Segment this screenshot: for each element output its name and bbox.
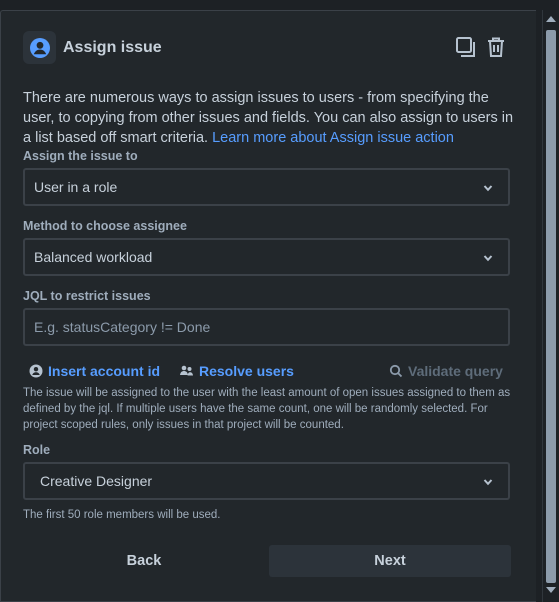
assign-issue-panel: Assign issue There are numerous ways to … <box>0 10 536 602</box>
chevron-down-icon <box>483 479 493 486</box>
jql-actions: Insert account id Resolve users Validate… <box>29 363 504 383</box>
insert-account-id-label: Insert account id <box>48 363 161 379</box>
scrollbar-thumb[interactable] <box>546 30 556 583</box>
validate-query-button[interactable]: Validate query <box>389 363 503 379</box>
validate-query-label: Validate query <box>408 363 503 379</box>
description: There are numerous ways to assign issues… <box>23 88 523 148</box>
method-select[interactable]: Balanced workload <box>23 238 510 276</box>
assign-to-label: Assign the issue to <box>23 149 138 163</box>
resolve-users-label: Resolve users <box>199 363 294 379</box>
resolve-users-button[interactable]: Resolve users <box>179 363 294 379</box>
learn-more-link[interactable]: Learn more about Assign issue action <box>212 130 454 146</box>
next-button[interactable]: Next <box>269 545 511 577</box>
jql-input[interactable]: E.g. statusCategory != Done <box>23 308 510 346</box>
duplicate-icon[interactable] <box>454 35 478 59</box>
assign-user-icon <box>23 31 56 64</box>
method-help-text: The issue will be assigned to the user w… <box>23 387 511 431</box>
panel-title: Assign issue <box>63 39 162 56</box>
scrollbar[interactable] <box>542 10 559 602</box>
insert-account-id-button[interactable]: Insert account id <box>29 363 160 379</box>
assign-to-value: User in a role <box>34 179 118 195</box>
search-icon <box>389 364 403 378</box>
chevron-down-icon <box>483 185 493 192</box>
person-icon <box>29 364 43 378</box>
assign-to-select[interactable]: User in a role <box>23 168 510 206</box>
role-help-text: The first 50 role members will be used. <box>23 509 221 521</box>
trash-icon[interactable] <box>484 35 508 59</box>
role-select[interactable]: Creative Designer <box>23 462 510 500</box>
role-label: Role <box>23 443 51 457</box>
role-value: Creative Designer <box>40 473 153 489</box>
method-label: Method to choose assignee <box>23 219 187 233</box>
method-value: Balanced workload <box>34 249 153 265</box>
scroll-down-icon[interactable] <box>546 587 556 593</box>
jql-placeholder: E.g. statusCategory != Done <box>34 319 211 335</box>
back-button[interactable]: Back <box>23 545 265 577</box>
people-icon <box>180 365 193 376</box>
chevron-down-icon <box>483 255 493 262</box>
jql-label: JQL to restrict issues <box>23 289 151 303</box>
panel-header: Assign issue <box>23 31 508 65</box>
scroll-up-icon[interactable] <box>546 16 556 22</box>
